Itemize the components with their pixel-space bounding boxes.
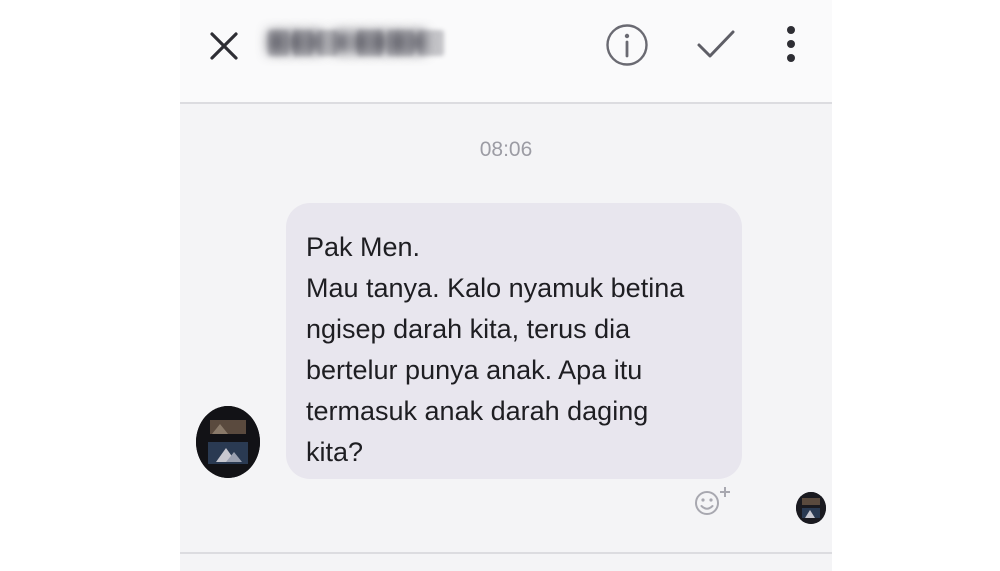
message-line: kita? xyxy=(306,437,364,467)
chat-screen: ▇▇▇ ▇▇▇▇▇ 08:06 Pak Men. Mau tanya. Kalo… xyxy=(180,0,832,571)
message-line: Mau tanya. Kalo nyamuk betina xyxy=(306,273,685,303)
check-button[interactable] xyxy=(692,20,740,68)
info-button[interactable] xyxy=(604,22,650,68)
message-line: bertelur punya anak. Apa itu xyxy=(306,355,643,385)
info-icon xyxy=(606,24,648,66)
more-vertical-icon xyxy=(787,26,795,62)
avatar[interactable] xyxy=(196,406,260,478)
top-bar: ▇▇▇ ▇▇▇▇▇ xyxy=(180,0,832,104)
close-icon xyxy=(210,32,238,60)
add-reaction-icon xyxy=(695,487,730,515)
avatar xyxy=(796,492,826,524)
message-timestamp: 08:06 xyxy=(479,138,533,161)
check-icon xyxy=(697,30,735,58)
add-reaction-button[interactable] xyxy=(692,484,736,520)
sender-avatar-image xyxy=(196,406,260,478)
contact-name[interactable]: ▇▇▇ ▇▇▇▇▇ xyxy=(268,28,427,58)
close-button[interactable] xyxy=(200,22,248,70)
message-bubble[interactable]: Pak Men. Mau tanya. Kalo nyamuk betina n… xyxy=(286,203,742,479)
divider xyxy=(180,552,832,554)
message-line: ngisep darah kita, terus dia xyxy=(306,314,631,344)
message-line: Pak Men. xyxy=(306,232,421,262)
message-line: termasuk anak darah daging xyxy=(306,396,649,426)
more-options-button[interactable] xyxy=(776,20,806,68)
read-receipt-avatar-image xyxy=(796,492,826,524)
